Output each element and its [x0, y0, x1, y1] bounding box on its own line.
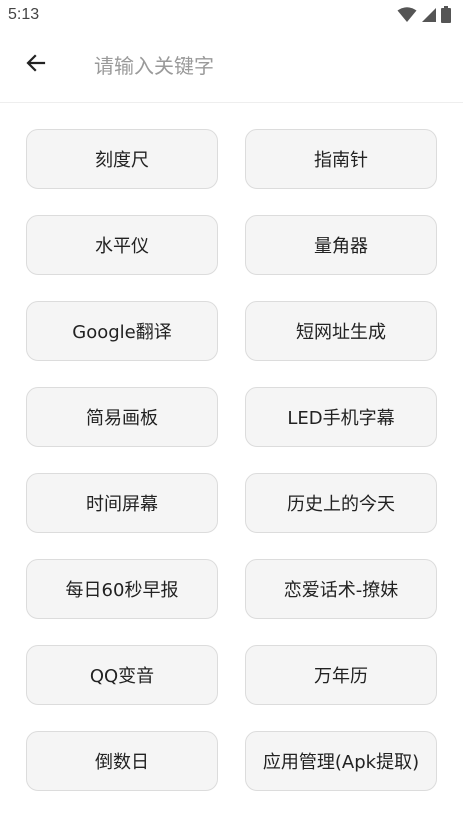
tool-button-qq-voice-change[interactable]: QQ变音 [26, 645, 218, 705]
tool-button-short-url[interactable]: 短网址生成 [245, 301, 437, 361]
tools-grid: 刻度尺 指南针 水平仪 量角器 Google翻译 短网址生成 简易画板 LED手… [26, 129, 437, 791]
search-bar [0, 32, 463, 103]
tool-button-app-manager[interactable]: 应用管理(Apk提取) [245, 731, 437, 791]
status-bar: 5:13 [0, 0, 463, 32]
wifi-icon [397, 6, 417, 23]
tool-button-time-screen[interactable]: 时间屏幕 [26, 473, 218, 533]
tool-button-history-today[interactable]: 历史上的今天 [245, 473, 437, 533]
tool-button-daily-news[interactable]: 每日60秒早报 [26, 559, 218, 619]
tool-button-google-translate[interactable]: Google翻译 [26, 301, 218, 361]
status-icons [397, 6, 451, 23]
search-input[interactable] [94, 48, 434, 84]
tool-button-led-subtitle[interactable]: LED手机字幕 [245, 387, 437, 447]
tool-button-countdown[interactable]: 倒数日 [26, 731, 218, 791]
battery-icon [441, 6, 451, 23]
tool-button-ruler[interactable]: 刻度尺 [26, 129, 218, 189]
tool-button-calendar[interactable]: 万年历 [245, 645, 437, 705]
tool-button-drawing-board[interactable]: 简易画板 [26, 387, 218, 447]
tool-button-love-talk[interactable]: 恋爱话术-撩妹 [245, 559, 437, 619]
signal-icon [421, 7, 437, 23]
arrow-left-icon [24, 51, 48, 79]
tool-button-protractor[interactable]: 量角器 [245, 215, 437, 275]
back-button[interactable] [16, 45, 56, 85]
tool-button-level[interactable]: 水平仪 [26, 215, 218, 275]
status-time: 5:13 [8, 6, 40, 23]
tool-button-compass[interactable]: 指南针 [245, 129, 437, 189]
